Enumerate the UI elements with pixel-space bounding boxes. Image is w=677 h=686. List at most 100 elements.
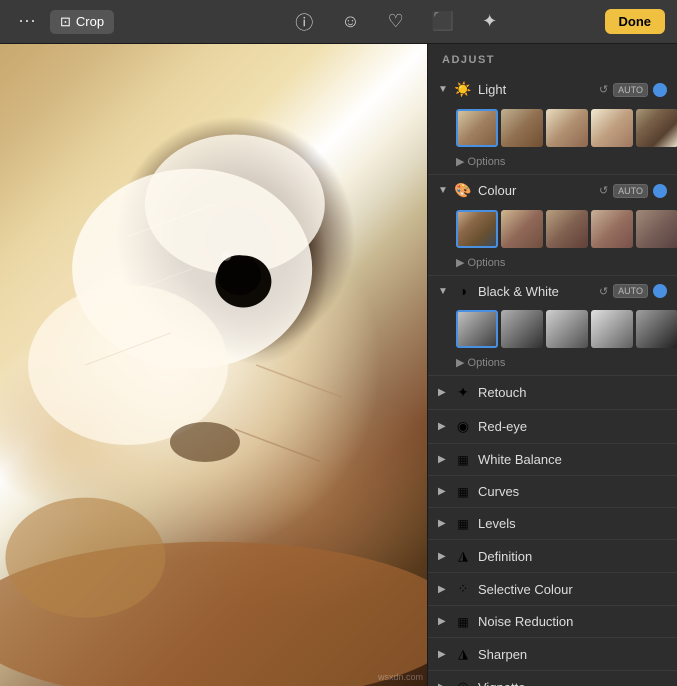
bw-thumb-5[interactable] bbox=[636, 310, 677, 348]
heart-icon[interactable]: ♡ bbox=[382, 7, 410, 36]
retouch-icon: ✦ bbox=[454, 384, 472, 401]
definition-icon: ◮ bbox=[454, 548, 472, 564]
section-redeye[interactable]: ▶ ◉ Red-eye bbox=[428, 410, 677, 444]
crop-label: Crop bbox=[76, 14, 104, 29]
bw-auto-badge[interactable]: AUTO bbox=[613, 284, 648, 298]
section-header-light[interactable]: ▼ ☀️ Light ↺ AUTO bbox=[428, 74, 677, 105]
light-thumb-3[interactable] bbox=[546, 109, 588, 147]
section-levels[interactable]: ▶ ▦ Levels bbox=[428, 508, 677, 540]
magic-icon[interactable]: ✦ bbox=[476, 7, 503, 36]
curves-title: Curves bbox=[478, 484, 667, 499]
levels-icon: ▦ bbox=[454, 517, 472, 531]
section-whitebalance[interactable]: ▶ ▦ White Balance bbox=[428, 444, 677, 476]
info-icon[interactable]: ⓘ bbox=[289, 5, 319, 39]
vignette-title: Vignette bbox=[478, 680, 667, 686]
emoji-icon[interactable]: ☺ bbox=[335, 7, 365, 36]
light-thumb-1[interactable] bbox=[456, 109, 498, 147]
colour-controls: ↺ AUTO bbox=[599, 184, 667, 198]
light-thumbnails bbox=[428, 105, 677, 151]
light-controls: ↺ AUTO bbox=[599, 83, 667, 97]
section-light: ▼ ☀️ Light ↺ AUTO ▶ Options bbox=[428, 74, 677, 175]
section-vignette[interactable]: ▶ ◎ Vignette bbox=[428, 671, 677, 686]
chevron-sharpen: ▶ bbox=[438, 649, 448, 660]
section-noise[interactable]: ▶ ▦ Noise Reduction bbox=[428, 606, 677, 638]
sharpen-title: Sharpen bbox=[478, 647, 667, 662]
colour-thumb-5[interactable] bbox=[636, 210, 677, 248]
sharpen-icon: ◮ bbox=[454, 646, 472, 662]
light-options-label: ▶ Options bbox=[456, 155, 667, 168]
section-sharpen[interactable]: ▶ ◮ Sharpen bbox=[428, 638, 677, 671]
section-header-bw[interactable]: ▼ ◑ Black & White ↺ AUTO bbox=[428, 276, 677, 306]
bw-controls: ↺ AUTO bbox=[599, 284, 667, 298]
chevron-whitebalance: ▶ bbox=[438, 454, 448, 465]
colour-options-row[interactable]: ▶ Options bbox=[428, 252, 677, 275]
light-toggle[interactable] bbox=[653, 83, 667, 97]
redeye-icon: ◉ bbox=[454, 418, 472, 435]
section-retouch[interactable]: ▶ ✦ Retouch bbox=[428, 376, 677, 410]
section-header-colour[interactable]: ▼ 🎨 Colour ↺ AUTO bbox=[428, 175, 677, 206]
light-options-row[interactable]: ▶ Options bbox=[428, 151, 677, 174]
bw-thumb-3[interactable] bbox=[546, 310, 588, 348]
light-title: Light bbox=[478, 82, 593, 97]
definition-title: Definition bbox=[478, 549, 667, 564]
redeye-title: Red-eye bbox=[478, 419, 667, 434]
section-selective[interactable]: ▶ ⁘ Selective Colour bbox=[428, 573, 677, 606]
panel-title: ADJUST bbox=[428, 44, 677, 74]
noise-title: Noise Reduction bbox=[478, 614, 667, 629]
done-button[interactable]: Done bbox=[605, 9, 666, 34]
crop-icon: ⊡ bbox=[60, 14, 71, 30]
light-reset[interactable]: ↺ bbox=[599, 83, 608, 96]
chevron-selective: ▶ bbox=[438, 584, 448, 595]
colour-reset[interactable]: ↺ bbox=[599, 184, 608, 197]
chevron-levels: ▶ bbox=[438, 518, 448, 529]
section-curves[interactable]: ▶ ▦ Curves bbox=[428, 476, 677, 508]
colour-auto-badge[interactable]: AUTO bbox=[613, 184, 648, 198]
colour-thumbnails bbox=[428, 206, 677, 252]
vignette-icon: ◎ bbox=[454, 679, 472, 686]
curves-icon: ▦ bbox=[454, 485, 472, 499]
light-auto-badge[interactable]: AUTO bbox=[613, 83, 648, 97]
whitebalance-title: White Balance bbox=[478, 452, 667, 467]
chevron-bw: ▼ bbox=[438, 286, 448, 297]
chevron-colour: ▼ bbox=[438, 185, 448, 196]
colour-options-label: ▶ Options bbox=[456, 256, 667, 269]
colour-thumb-1[interactable] bbox=[456, 210, 498, 248]
colour-thumb-3[interactable] bbox=[546, 210, 588, 248]
filters-icon[interactable]: ⋯ bbox=[12, 7, 42, 36]
selective-icon: ⁘ bbox=[454, 581, 472, 597]
top-bar-left: ⋯ ⊡ Crop bbox=[0, 7, 200, 36]
dog-photo: wsxdn.com bbox=[0, 44, 427, 686]
bw-thumb-4[interactable] bbox=[591, 310, 633, 348]
photo-area: wsxdn.com bbox=[0, 44, 427, 686]
colour-thumb-4[interactable] bbox=[591, 210, 633, 248]
light-icon: ☀️ bbox=[454, 81, 472, 98]
bw-thumb-2[interactable] bbox=[501, 310, 543, 348]
bw-icon: ◑ bbox=[454, 283, 472, 299]
retouch-title: Retouch bbox=[478, 385, 667, 400]
light-thumb-4[interactable] bbox=[591, 109, 633, 147]
top-bar: ⋯ ⊡ Crop ⓘ ☺ ♡ ⬛ ✦ Done bbox=[0, 0, 677, 44]
adjust-panel: ADJUST ▼ ☀️ Light ↺ AUTO ▶ O bbox=[427, 44, 677, 686]
share-icon[interactable]: ⬛ bbox=[426, 7, 460, 36]
section-colour: ▼ 🎨 Colour ↺ AUTO ▶ Options bbox=[428, 175, 677, 276]
colour-thumb-2[interactable] bbox=[501, 210, 543, 248]
chevron-noise: ▶ bbox=[438, 616, 448, 627]
watermark: wsxdn.com bbox=[378, 672, 423, 682]
light-thumb-5[interactable] bbox=[636, 109, 677, 147]
colour-toggle[interactable] bbox=[653, 184, 667, 198]
bw-toggle[interactable] bbox=[653, 284, 667, 298]
chevron-light: ▼ bbox=[438, 84, 448, 95]
colour-icon: 🎨 bbox=[454, 182, 472, 199]
bw-reset[interactable]: ↺ bbox=[599, 285, 608, 298]
chevron-vignette: ▶ bbox=[438, 682, 448, 686]
crop-button[interactable]: ⊡ Crop bbox=[50, 10, 114, 34]
bw-title: Black & White bbox=[478, 284, 593, 299]
bw-thumb-1[interactable] bbox=[456, 310, 498, 348]
noise-icon: ▦ bbox=[454, 615, 472, 629]
whitebalance-icon: ▦ bbox=[454, 453, 472, 467]
light-thumb-2[interactable] bbox=[501, 109, 543, 147]
section-definition[interactable]: ▶ ◮ Definition bbox=[428, 540, 677, 573]
colour-title: Colour bbox=[478, 183, 593, 198]
bw-options-row[interactable]: ▶ Options bbox=[428, 352, 677, 375]
main-area: wsxdn.com ADJUST ▼ ☀️ Light ↺ AUTO bbox=[0, 44, 677, 686]
